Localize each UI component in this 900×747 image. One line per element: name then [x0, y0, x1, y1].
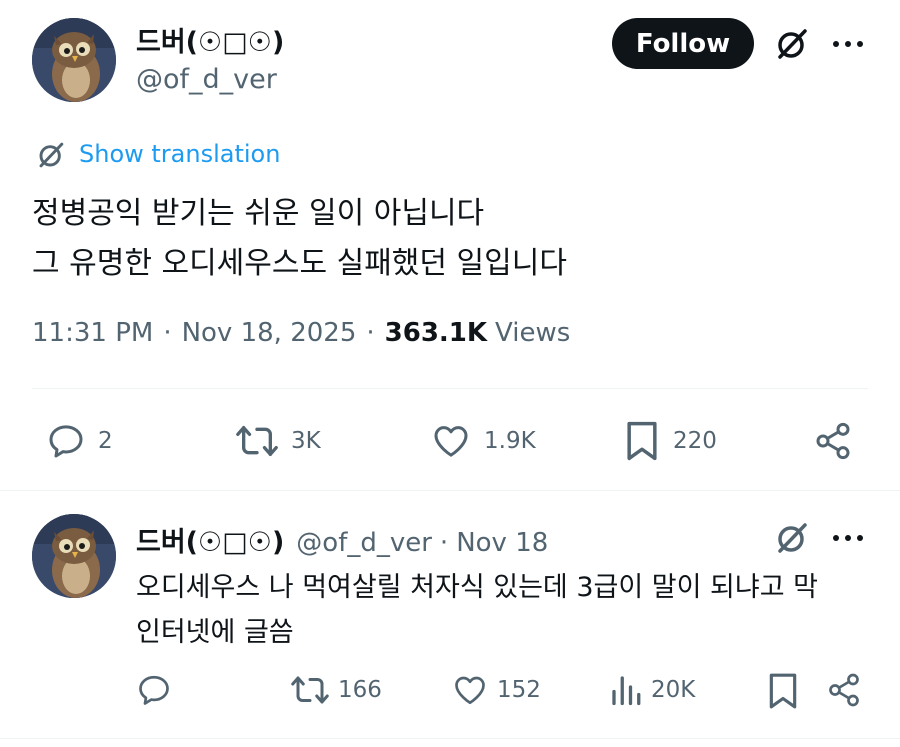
- tweet-date[interactable]: Nov 18, 2025: [182, 318, 357, 348]
- views-button[interactable]: 20K: [609, 672, 695, 708]
- like-button[interactable]: 1.9K: [430, 421, 536, 461]
- reply-count: 2: [98, 428, 113, 454]
- tweet-text-line-2: 그 유명한 오디세우스도 실패했던 일입니다: [32, 246, 567, 281]
- heart-icon: [434, 426, 468, 457]
- views-count: 20K: [651, 677, 696, 703]
- follow-button[interactable]: Follow: [612, 18, 754, 69]
- grok-icon[interactable]: [774, 26, 810, 66]
- like-button[interactable]: 152: [451, 672, 541, 708]
- grok-icon[interactable]: [774, 520, 810, 560]
- owl-avatar-icon: [32, 514, 116, 598]
- translate-icon[interactable]: [36, 140, 66, 174]
- owl-avatar-icon: [32, 18, 116, 102]
- views-count[interactable]: 363.1K: [385, 318, 487, 348]
- like-count: 1.9K: [484, 428, 536, 454]
- bookmark-icon: [769, 673, 797, 709]
- divider: [0, 738, 900, 739]
- divider: [0, 490, 900, 491]
- heart-icon: [455, 676, 485, 705]
- user-handle[interactable]: @of_d_ver: [136, 64, 277, 95]
- meta-separator: ·: [163, 318, 172, 348]
- like-count: 152: [497, 677, 541, 703]
- reply-icon: [139, 675, 169, 705]
- more-options-icon[interactable]: [833, 535, 863, 541]
- avatar[interactable]: [32, 514, 116, 598]
- share-button[interactable]: [826, 672, 862, 712]
- analytics-icon: [612, 676, 641, 706]
- show-translation-link[interactable]: Show translation: [79, 140, 280, 168]
- bookmark-button[interactable]: 220: [623, 419, 717, 463]
- repost-button[interactable]: 3K: [235, 421, 321, 461]
- repost-count: 166: [338, 677, 382, 703]
- user-handle[interactable]: @of_d_ver: [296, 528, 432, 558]
- reply-button[interactable]: [136, 672, 172, 708]
- reply-text-line-1: 오디세우스 나 먹여살릴 처자식 있는데 3급이 말이 되냐고 막: [136, 572, 818, 603]
- tweet-date[interactable]: Nov 18: [456, 528, 548, 558]
- share-button[interactable]: [813, 421, 853, 465]
- meta-separator: ·: [366, 318, 375, 348]
- reply-button[interactable]: 2: [46, 421, 113, 461]
- display-name[interactable]: 드버(☉□☉): [136, 520, 284, 559]
- reply-icon: [49, 425, 83, 458]
- share-icon: [816, 422, 850, 460]
- repost-icon: [236, 426, 278, 456]
- repost-count: 3K: [291, 428, 321, 454]
- repost-button[interactable]: 166: [290, 672, 382, 708]
- tweet-meta: 11:31 PM · Nov 18, 2025 · 363.1K Views: [32, 318, 570, 348]
- avatar[interactable]: [32, 18, 116, 102]
- reply-text-line-2: 인터넷에 글씀: [136, 617, 294, 648]
- divider: [32, 388, 868, 389]
- more-options-icon[interactable]: [833, 41, 863, 47]
- reply-header: 드버(☉□☉) @of_d_ver · Nov 18: [136, 520, 548, 559]
- meta-separator: ·: [439, 528, 449, 558]
- views-label: Views: [495, 318, 571, 348]
- display-name[interactable]: 드버(☉□☉): [136, 20, 284, 59]
- tweet-time[interactable]: 11:31 PM: [32, 318, 153, 348]
- bookmark-button[interactable]: [766, 671, 800, 715]
- share-icon: [829, 673, 859, 707]
- tweet-text-line-1: 정병공익 받기는 쉬운 일이 아닙니다: [32, 196, 485, 231]
- bookmark-count: 220: [673, 428, 717, 454]
- bookmark-icon: [627, 421, 657, 461]
- repost-icon: [291, 676, 329, 704]
